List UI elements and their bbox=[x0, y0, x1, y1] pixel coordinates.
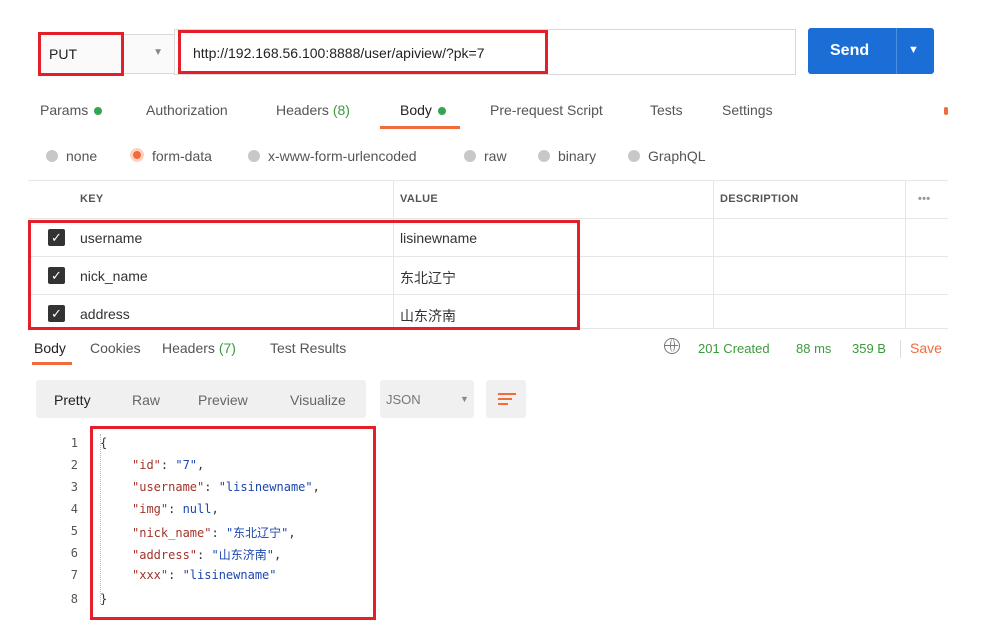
line-number: 4 bbox=[70, 502, 78, 516]
save-divider bbox=[900, 340, 901, 358]
save-response-button[interactable]: Save bbox=[910, 340, 942, 356]
column-divider bbox=[713, 180, 714, 328]
tab-headers[interactable]: Headers (8) bbox=[276, 102, 350, 118]
view-raw[interactable]: Raw bbox=[132, 392, 160, 408]
cookies-link-fragment bbox=[944, 107, 948, 115]
line-number: 2 bbox=[70, 458, 78, 472]
tab-params[interactable]: Params bbox=[40, 102, 103, 118]
line-number: 8 bbox=[70, 592, 78, 606]
line-number: 3 bbox=[70, 480, 78, 494]
column-divider bbox=[905, 180, 906, 328]
radio-raw-label: raw bbox=[484, 148, 507, 164]
radio-form-data-circle bbox=[130, 148, 144, 162]
response-active-tab-indicator bbox=[32, 362, 72, 365]
send-label: Send bbox=[830, 42, 870, 59]
radio-binary[interactable]: binary bbox=[538, 148, 596, 164]
view-preview[interactable]: Preview bbox=[198, 392, 248, 408]
wrap-icon-line bbox=[498, 403, 508, 405]
wrap-lines-icon bbox=[498, 391, 516, 407]
send-divider bbox=[896, 28, 897, 74]
radio-raw-circle bbox=[464, 150, 476, 162]
more-options-icon[interactable]: ••• bbox=[918, 193, 930, 205]
response-time: 88 ms bbox=[796, 341, 832, 356]
view-visualize[interactable]: Visualize bbox=[290, 392, 346, 408]
response-size: 359 B bbox=[852, 341, 886, 356]
tab-headers-count: (8) bbox=[332, 102, 350, 118]
tab-authorization[interactable]: Authorization bbox=[146, 102, 228, 118]
url-highlight-box bbox=[178, 30, 548, 74]
view-pretty[interactable]: Pretty bbox=[54, 392, 91, 408]
wrap-icon-line bbox=[498, 393, 516, 395]
radio-form-data-label: form-data bbox=[152, 148, 212, 164]
send-button[interactable]: Send ▼ bbox=[808, 28, 934, 74]
format-value: JSON bbox=[386, 392, 421, 407]
column-header-key: KEY bbox=[80, 193, 104, 205]
column-header-description: DESCRIPTION bbox=[720, 193, 799, 205]
radio-none-circle bbox=[46, 150, 58, 162]
globe-icon[interactable] bbox=[664, 338, 680, 354]
response-tab-headers-label: Headers bbox=[162, 340, 215, 356]
response-highlight-box bbox=[90, 426, 376, 620]
radio-binary-label: binary bbox=[558, 148, 597, 164]
line-number: 7 bbox=[70, 568, 78, 582]
tab-params-label: Params bbox=[40, 102, 89, 118]
radio-form-data[interactable]: form-data bbox=[130, 148, 212, 164]
column-header-value: VALUE bbox=[400, 193, 438, 205]
params-active-dot bbox=[94, 107, 103, 116]
tab-headers-label: Headers bbox=[276, 102, 329, 118]
response-tab-test-results[interactable]: Test Results bbox=[270, 340, 346, 356]
send-options-chevron-icon[interactable]: ▼ bbox=[908, 44, 919, 56]
active-tab-indicator bbox=[380, 126, 460, 129]
tab-body[interactable]: Body bbox=[400, 102, 446, 118]
tab-body-label: Body bbox=[400, 102, 432, 118]
radio-graphql-circle bbox=[628, 150, 640, 162]
radio-none[interactable]: none bbox=[46, 148, 97, 164]
response-headers-count: (7) bbox=[218, 340, 236, 356]
chevron-down-icon[interactable]: ▼ bbox=[153, 47, 163, 58]
chevron-down-icon: ▼ bbox=[460, 394, 469, 404]
radio-urlencoded-label: x-www-form-urlencoded bbox=[268, 148, 417, 164]
radio-none-label: none bbox=[66, 148, 98, 164]
table-top-border bbox=[28, 180, 948, 181]
response-tab-body[interactable]: Body bbox=[34, 340, 66, 356]
tab-pre-request-script[interactable]: Pre-request Script bbox=[490, 102, 603, 118]
tab-tests[interactable]: Tests bbox=[650, 102, 683, 118]
tab-settings[interactable]: Settings bbox=[722, 102, 773, 118]
response-tab-headers[interactable]: Headers (7) bbox=[162, 340, 236, 356]
radio-graphql[interactable]: GraphQL bbox=[628, 148, 706, 164]
line-number: 5 bbox=[70, 524, 78, 538]
radio-raw[interactable]: raw bbox=[464, 148, 507, 164]
method-highlight-box bbox=[38, 32, 124, 76]
radio-urlencoded-circle bbox=[248, 150, 260, 162]
status-code: 201 Created bbox=[698, 341, 770, 356]
table-header-border bbox=[28, 218, 948, 219]
line-number: 6 bbox=[70, 546, 78, 560]
params-highlight-box bbox=[28, 220, 580, 330]
radio-urlencoded[interactable]: x-www-form-urlencoded bbox=[248, 148, 417, 164]
response-tab-cookies[interactable]: Cookies bbox=[90, 340, 141, 356]
body-active-dot bbox=[437, 107, 446, 116]
wrap-icon-line bbox=[498, 398, 512, 400]
radio-graphql-label: GraphQL bbox=[648, 148, 706, 164]
radio-binary-circle bbox=[538, 150, 550, 162]
line-number: 1 bbox=[70, 436, 78, 450]
